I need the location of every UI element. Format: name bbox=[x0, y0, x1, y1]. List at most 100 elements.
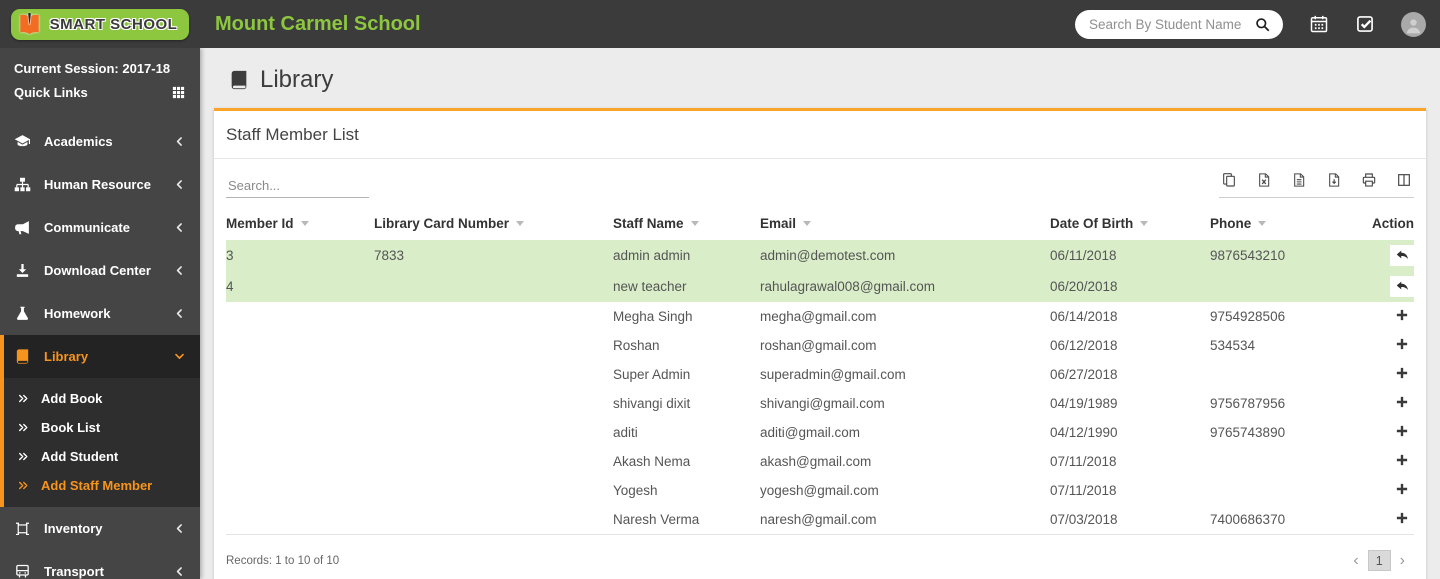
export-print-button[interactable] bbox=[1361, 172, 1377, 189]
export-pdf-button[interactable] bbox=[1326, 172, 1342, 189]
main-content: Library Staff Member List Member IdLibra… bbox=[200, 48, 1440, 579]
column-header-action: Action bbox=[1358, 207, 1414, 240]
column-header-library-card-number[interactable]: Library Card Number bbox=[374, 207, 613, 240]
cell-action bbox=[1358, 302, 1414, 331]
user-avatar[interactable] bbox=[1401, 12, 1426, 37]
panel-title: Staff Member List bbox=[214, 111, 1426, 159]
calendar-icon[interactable] bbox=[1309, 14, 1329, 34]
column-header-member-id[interactable]: Member Id bbox=[226, 207, 374, 240]
cell-member-id bbox=[226, 447, 374, 476]
cell-card-number bbox=[374, 418, 613, 447]
cell-dob: 06/11/2018 bbox=[1050, 240, 1210, 271]
sidebar-item-label: Library bbox=[44, 349, 173, 364]
column-header-phone[interactable]: Phone bbox=[1210, 207, 1358, 240]
sidebar-item-download-center[interactable]: Download Center bbox=[0, 249, 200, 292]
cell-name: aditi bbox=[613, 418, 760, 447]
cell-dob: 04/19/1989 bbox=[1050, 389, 1210, 418]
cell-member-id bbox=[226, 505, 374, 535]
angles-right-icon bbox=[17, 392, 30, 405]
cell-phone: 9876543210 bbox=[1210, 240, 1358, 271]
add-member-button[interactable] bbox=[1394, 307, 1410, 323]
search-icon[interactable] bbox=[1254, 16, 1271, 33]
cell-email: superadmin@gmail.com bbox=[760, 360, 1050, 389]
sidebar-subitem-label: Add Student bbox=[41, 449, 118, 464]
cell-email: roshan@gmail.com bbox=[760, 331, 1050, 360]
column-header-staff-name[interactable]: Staff Name bbox=[613, 207, 760, 240]
column-header-label: Phone bbox=[1210, 216, 1251, 231]
cell-dob: 04/12/1990 bbox=[1050, 418, 1210, 447]
table-row: Yogeshyogesh@gmail.com07/11/2018 bbox=[226, 476, 1414, 505]
student-search-input[interactable] bbox=[1089, 17, 1254, 32]
angles-right-icon bbox=[17, 450, 30, 463]
cell-name: Naresh Verma bbox=[613, 505, 760, 535]
sidebar-subitem-book-list[interactable]: Book List bbox=[4, 413, 200, 442]
sidebar-item-library[interactable]: Library bbox=[0, 335, 200, 378]
sidebar-item-communicate[interactable]: Communicate bbox=[0, 206, 200, 249]
sort-caret-icon bbox=[301, 221, 309, 226]
pagination-next-button[interactable]: › bbox=[1391, 551, 1414, 571]
table-search-input[interactable] bbox=[226, 174, 369, 198]
cell-dob: 07/11/2018 bbox=[1050, 447, 1210, 476]
export-copy-button[interactable] bbox=[1221, 172, 1237, 189]
column-header-label: Date Of Birth bbox=[1050, 216, 1133, 231]
cell-card-number bbox=[374, 271, 613, 302]
grid-icon[interactable] bbox=[171, 85, 186, 100]
return-book-button[interactable] bbox=[1390, 276, 1414, 297]
sidebar-item-transport[interactable]: Transport bbox=[0, 550, 200, 579]
cell-phone bbox=[1210, 447, 1358, 476]
sidebar-subitem-add-book[interactable]: Add Book bbox=[4, 384, 200, 413]
quick-links-label: Quick Links bbox=[14, 85, 88, 100]
cell-phone: 9756787956 bbox=[1210, 389, 1358, 418]
current-session-label: Current Session: 2017-18 bbox=[14, 61, 186, 76]
cell-dob: 06/27/2018 bbox=[1050, 360, 1210, 389]
column-header-email[interactable]: Email bbox=[760, 207, 1050, 240]
megaphone-icon bbox=[14, 219, 31, 236]
cell-name: shivangi dixit bbox=[613, 389, 760, 418]
table-footer: Records: 1 to 10 of 10 ‹ 1 › bbox=[214, 538, 1426, 579]
column-header-label: Staff Name bbox=[613, 216, 684, 231]
sidebar-subitem-label: Book List bbox=[41, 420, 100, 435]
app-logo[interactable]: SMART SCHOOL bbox=[0, 0, 200, 48]
sidebar-submenu-library: Add Book Book List Add Student Add Staff Me… bbox=[0, 378, 200, 507]
table-row: shivangi dixitshivangi@gmail.com04/19/19… bbox=[226, 389, 1414, 418]
cell-name: Megha Singh bbox=[613, 302, 760, 331]
add-member-button[interactable] bbox=[1394, 394, 1410, 410]
task-check-icon[interactable] bbox=[1355, 14, 1375, 34]
pagination-prev-button[interactable]: ‹ bbox=[1344, 551, 1367, 571]
add-member-button[interactable] bbox=[1394, 423, 1410, 439]
box-icon bbox=[14, 520, 31, 537]
quick-links[interactable]: Quick Links bbox=[14, 85, 186, 100]
add-member-button[interactable] bbox=[1394, 365, 1410, 381]
cell-action bbox=[1358, 240, 1414, 271]
add-member-button[interactable] bbox=[1394, 336, 1410, 352]
add-member-button[interactable] bbox=[1394, 481, 1410, 497]
sidebar-item-academics[interactable]: Academics bbox=[0, 120, 200, 163]
export-csv-button[interactable] bbox=[1291, 172, 1307, 189]
table-row: 37833admin adminadmin@demotest.com06/11/… bbox=[226, 240, 1414, 271]
book-icon bbox=[228, 69, 250, 91]
cell-dob: 07/03/2018 bbox=[1050, 505, 1210, 535]
sidebar-item-human-resource[interactable]: Human Resource bbox=[0, 163, 200, 206]
cell-card-number: 7833 bbox=[374, 240, 613, 271]
column-header-date-of-birth[interactable]: Date Of Birth bbox=[1050, 207, 1210, 240]
chevron-left-icon bbox=[173, 264, 186, 277]
sort-caret-icon bbox=[1258, 221, 1266, 226]
cell-card-number bbox=[374, 476, 613, 505]
cell-email: rahulagrawal008@gmail.com bbox=[760, 271, 1050, 302]
sidebar-menu: AcademicsHuman ResourceCommunicateDownlo… bbox=[0, 120, 200, 579]
sidebar-subitem-add-staff-member[interactable]: Add Staff Member bbox=[4, 471, 200, 500]
table-row: Megha Singhmegha@gmail.com06/14/20189754… bbox=[226, 302, 1414, 331]
cell-action bbox=[1358, 418, 1414, 447]
add-member-button[interactable] bbox=[1394, 452, 1410, 468]
pagination-page-1-button[interactable]: 1 bbox=[1368, 550, 1391, 571]
export-excel-button[interactable] bbox=[1256, 172, 1272, 189]
sidebar-item-inventory[interactable]: Inventory bbox=[0, 507, 200, 550]
app-header: SMART SCHOOL Mount Carmel School bbox=[0, 0, 1440, 48]
add-member-button[interactable] bbox=[1394, 510, 1410, 526]
sidebar-item-homework[interactable]: Homework bbox=[0, 292, 200, 335]
return-book-button[interactable] bbox=[1390, 245, 1414, 266]
sidebar-subitem-add-student[interactable]: Add Student bbox=[4, 442, 200, 471]
export-columns-button[interactable] bbox=[1396, 172, 1412, 189]
column-header-label: Email bbox=[760, 216, 796, 231]
sort-caret-icon bbox=[691, 221, 699, 226]
